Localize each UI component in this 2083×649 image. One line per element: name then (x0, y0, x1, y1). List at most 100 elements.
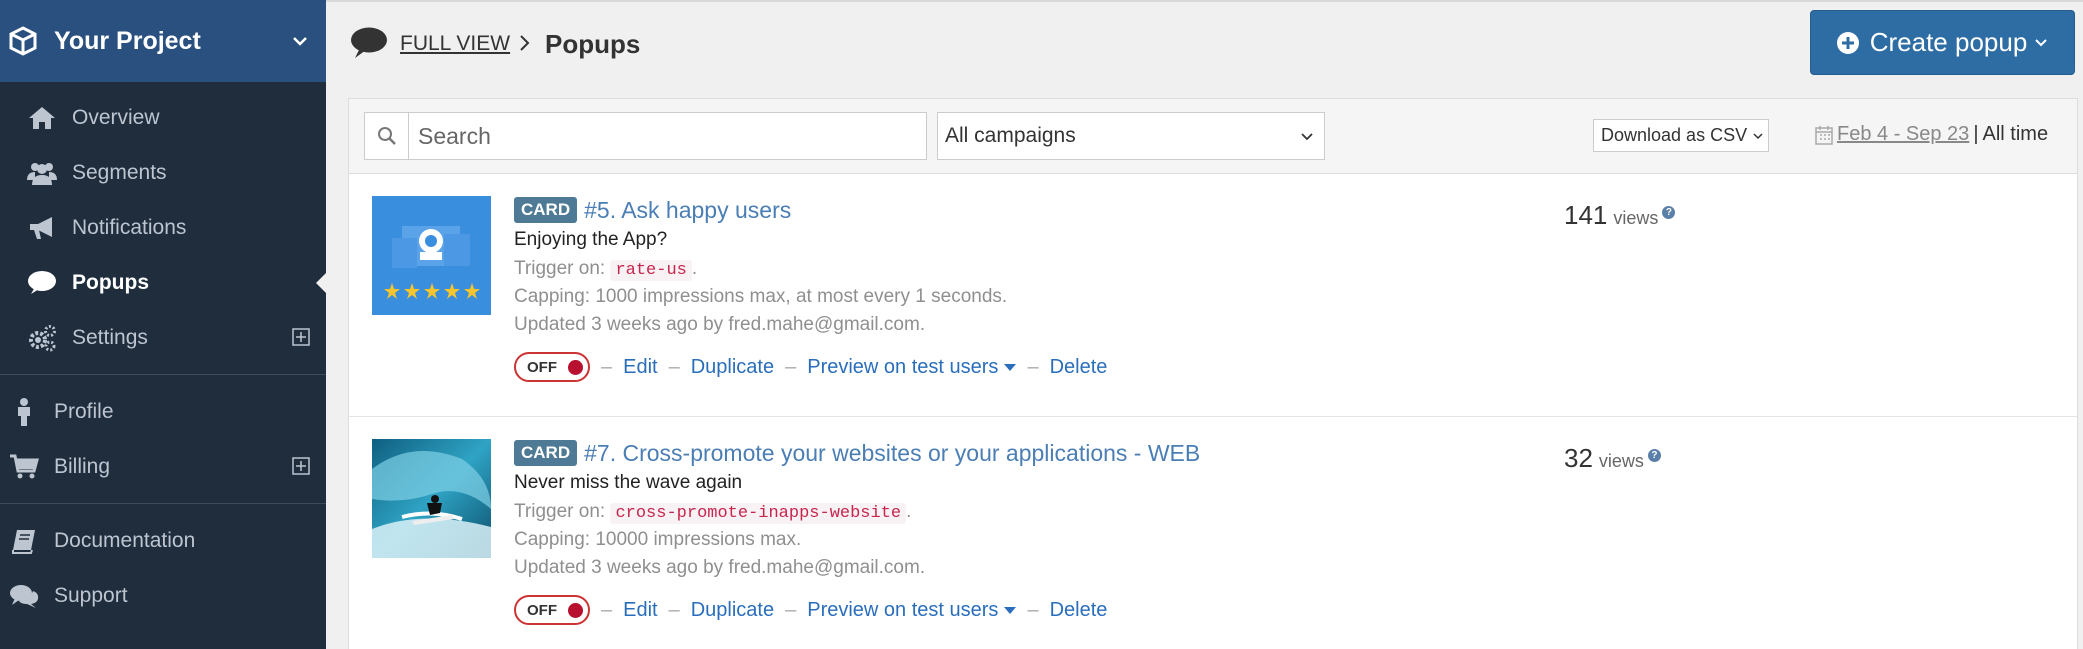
trigger-code: rate-us (610, 260, 692, 281)
plus-circle-icon (1836, 31, 1859, 54)
sidebar-item-profile[interactable]: Profile (0, 384, 326, 439)
chevron-down-icon (1301, 133, 1313, 141)
expand-plus-icon[interactable] (292, 328, 310, 346)
sidebar-item-support[interactable]: Support (0, 568, 326, 623)
sidebar-item-label: Segments (72, 160, 167, 184)
project-name: Your Project (54, 26, 201, 55)
chevron-down-icon (1753, 132, 1763, 139)
search-icon (365, 113, 409, 159)
toggle-label: OFF (527, 601, 557, 619)
home-icon (26, 103, 58, 133)
sidebar-item-segments[interactable]: Segments (0, 145, 326, 200)
page-title: Popups (545, 29, 641, 59)
trigger-label: Trigger on: (514, 258, 606, 279)
page-header: FULL VIEW Popups Create popup (326, 0, 2083, 82)
sidebar-item-notifications[interactable]: Notifications (0, 200, 326, 255)
status-toggle[interactable]: OFF (514, 595, 590, 625)
type-badge: CARD (514, 440, 578, 466)
download-csv-select[interactable]: Download as CSV (1593, 119, 1769, 152)
popup-title-link[interactable]: #7. Cross-promote your websites or your … (584, 440, 1200, 467)
trigger-code: cross-promote-inapps-website (610, 503, 907, 524)
preview-test-users-link[interactable]: Preview on test users (807, 355, 1017, 379)
sidebar-item-settings[interactable]: Settings (0, 310, 326, 365)
project-switcher[interactable]: Your Project (0, 0, 326, 82)
sidebar-divider (0, 374, 326, 375)
duplicate-link[interactable]: Duplicate (691, 356, 774, 379)
sidebar-divider (0, 503, 326, 504)
views-count: 141 views ? (1564, 200, 1676, 231)
views-label: views (1613, 208, 1659, 228)
sidebar-item-label: Support (54, 583, 128, 607)
comment-icon (351, 27, 387, 58)
edit-link[interactable]: Edit (623, 356, 657, 379)
popup-thumbnail[interactable] (372, 439, 491, 558)
sidebar-item-overview[interactable]: Overview (0, 90, 326, 145)
caret-down-icon (1004, 606, 1017, 614)
chevron-down-icon (293, 37, 307, 46)
preview-label: Preview on test users (807, 355, 999, 378)
views-count: 32 views ? (1564, 443, 1661, 474)
views-number: 141 (1564, 200, 1608, 230)
toggle-knob (568, 360, 583, 375)
caret-down-icon (1004, 363, 1017, 371)
trigger-label: Trigger on: (514, 501, 606, 522)
cube-icon (9, 26, 37, 56)
cart-icon (8, 452, 40, 482)
popup-details: CARD #7. Cross-promote your websites or … (514, 439, 1200, 625)
calendar-icon (1815, 125, 1833, 145)
sidebar-item-popups[interactable]: Popups (0, 255, 326, 310)
users-icon (26, 158, 58, 188)
sidebar-item-billing[interactable]: Billing (0, 439, 326, 494)
popups-panel: All campaigns Download as CSV Feb 4 - Se… (348, 98, 2078, 649)
popup-title-link[interactable]: #5. Ask happy users (584, 197, 791, 224)
expand-plus-icon[interactable] (292, 457, 310, 475)
toggle-knob (568, 603, 583, 618)
status-toggle[interactable]: OFF (514, 352, 590, 382)
date-range-link[interactable]: Feb 4 - Sep 23 (1837, 123, 1969, 146)
date-separator: | (1973, 123, 1979, 145)
delete-link[interactable]: Delete (1050, 356, 1108, 379)
trigger-line: Trigger on: cross-promote-inapps-website… (514, 501, 912, 524)
create-popup-button[interactable]: Create popup (1810, 10, 2075, 75)
popup-thumbnail[interactable] (372, 196, 491, 315)
popup-details: CARD #5. Ask happy users Enjoying the Ap… (514, 196, 1107, 382)
search-input[interactable] (409, 122, 926, 150)
preview-test-users-link[interactable]: Preview on test users (807, 598, 1017, 622)
popup-subtitle: Enjoying the App? (514, 229, 668, 250)
chevron-right-icon (520, 35, 530, 51)
sidebar-item-documentation[interactable]: Documentation (0, 513, 326, 568)
breadcrumb-full-view-link[interactable]: FULL VIEW (400, 32, 510, 56)
sidebar-item-label: Profile (54, 399, 114, 423)
popup-row: CARD #5. Ask happy users Enjoying the Ap… (349, 174, 2077, 417)
date-range: Feb 4 - Sep 23 | All time (1815, 123, 2048, 146)
gears-icon (26, 323, 58, 353)
comment-icon (26, 268, 58, 298)
search-box (364, 112, 927, 160)
delete-link[interactable]: Delete (1050, 599, 1108, 622)
filter-toolbar: All campaigns Download as CSV Feb 4 - Se… (349, 99, 2077, 174)
all-time-option[interactable]: All time (1983, 123, 2049, 146)
views-label: views (1598, 451, 1644, 471)
sidebar: Your Project Overview Segments Notificat… (0, 0, 326, 649)
sidebar-item-label: Popups (72, 270, 149, 294)
sidebar-item-label: Documentation (54, 528, 196, 552)
trigger-line: Trigger on: rate-us. (514, 258, 698, 281)
sidebar-item-label: Billing (54, 454, 111, 478)
create-popup-label: Create popup (1869, 27, 2028, 57)
book-icon (8, 526, 40, 556)
edit-link[interactable]: Edit (623, 599, 657, 622)
duplicate-link[interactable]: Duplicate (691, 599, 774, 622)
megaphone-icon (26, 213, 58, 243)
download-csv-label: Download as CSV (1601, 125, 1748, 145)
sidebar-item-label: Overview (72, 105, 160, 129)
preview-label: Preview on test users (807, 598, 999, 621)
type-badge: CARD (514, 197, 578, 223)
sidebar-item-label: Settings (72, 325, 148, 349)
chevron-down-icon (2035, 38, 2047, 46)
help-icon[interactable]: ? (1662, 206, 1676, 219)
updated-text: Updated 3 weeks ago by fred.mahe@gmail.c… (514, 557, 926, 578)
person-icon (8, 397, 40, 427)
toggle-label: OFF (527, 358, 557, 376)
campaign-select[interactable]: All campaigns (937, 112, 1325, 160)
help-icon[interactable]: ? (1647, 449, 1661, 462)
